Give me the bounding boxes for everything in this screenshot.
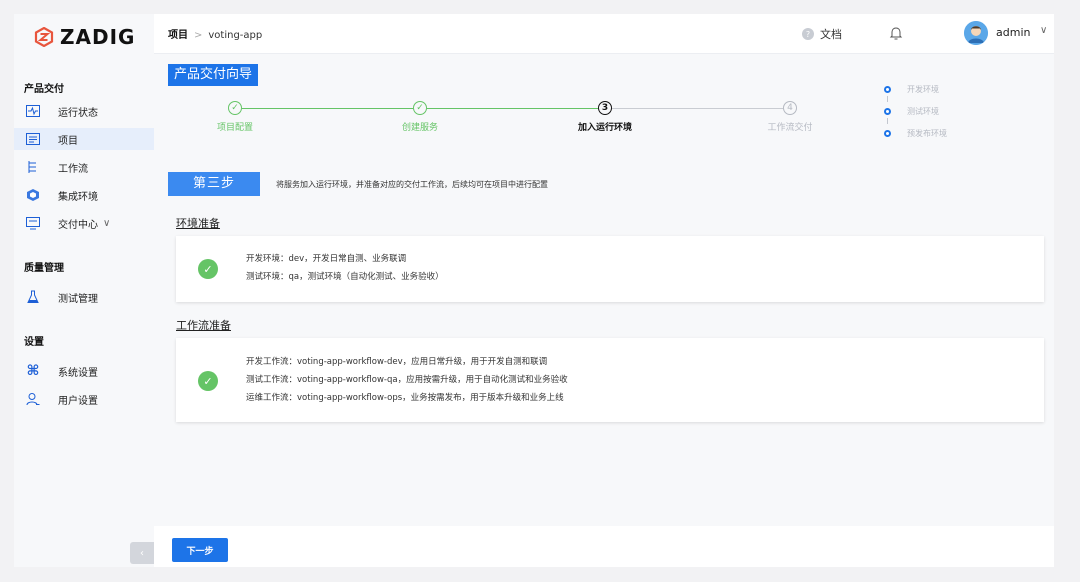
project-list-icon	[26, 132, 40, 146]
step-connector	[612, 108, 783, 109]
bell-icon[interactable]	[888, 25, 904, 41]
env-step-connector	[887, 96, 888, 102]
sidebar-item-label: 项目	[58, 135, 78, 147]
env-step-item: 预发布环境	[884, 128, 947, 139]
sidebar-item-label: 工作流	[58, 163, 88, 175]
delivery-monitor-icon	[26, 216, 40, 230]
nav-group-quality: 质量管理	[24, 263, 64, 274]
step-current-number: 3	[598, 101, 612, 115]
step-label: 工作流交付	[767, 123, 813, 133]
command-icon: ⌘	[26, 363, 40, 379]
env-line: 开发环境：dev，开发日常自测、业务联调	[246, 254, 407, 264]
step-connector	[242, 108, 413, 109]
sidebar-item-delivery-center[interactable]: 交付中心 ∨	[14, 212, 154, 234]
sidebar-item-user-settings[interactable]: 用户设置	[14, 388, 154, 410]
user-icon	[26, 392, 40, 406]
breadcrumb-root[interactable]: 项目	[168, 30, 188, 41]
workflow-line: 运维工作流：voting-app-workflow-ops，业务按需发布，用于版…	[246, 393, 564, 403]
workflow-line: 开发工作流：voting-app-workflow-dev，应用日常升级，用于开…	[246, 357, 548, 367]
env-step-item: 开发环境	[884, 84, 939, 95]
step-connector	[427, 108, 598, 109]
next-step-button[interactable]: 下一步	[172, 538, 228, 562]
sidebar-item-workflow[interactable]: 工作流	[14, 156, 154, 178]
sidebar-item-test[interactable]: 测试管理	[14, 286, 154, 308]
step-label: 创建服务	[401, 123, 439, 133]
step-label: 项目配置	[216, 123, 254, 133]
top-header: 项目 > voting-app ? 文档 admin ∨	[154, 14, 1054, 54]
step-description: 将服务加入运行环境，并准备对应的交付工作流，后续均可在项目中进行配置	[276, 180, 548, 189]
chevron-down-icon[interactable]: ∨	[1040, 25, 1047, 36]
sidebar-item-label: 系统设置	[58, 367, 98, 379]
logo[interactable]: ZADIG	[34, 24, 135, 50]
flask-icon	[26, 290, 40, 304]
step-label: 加入运行环境	[577, 123, 633, 133]
nav-group-settings: 设置	[24, 337, 44, 348]
env-step-item: 测试环境	[884, 106, 939, 117]
sidebar: ZADIG 产品交付 运行状态 项目 工作流 集成环境 交付中心 ∨ 质量管理 …	[14, 14, 154, 567]
success-check-icon: ✓	[198, 259, 218, 279]
wizard-stepper: ✓ 项目配置 ✓ 创建服务 3 加入运行环境 4 工作流交付	[168, 98, 848, 142]
docs-label: 文档	[820, 28, 842, 41]
chevron-down-icon: ∨	[103, 217, 111, 229]
sidebar-item-label: 测试管理	[58, 293, 98, 305]
breadcrumb: 项目 > voting-app	[168, 26, 262, 41]
help-circle-icon: ?	[802, 28, 814, 40]
cube-icon	[26, 188, 40, 202]
env-dot-icon	[884, 130, 891, 137]
wizard-title: 产品交付向导	[168, 64, 259, 86]
sidebar-collapse-button[interactable]: ‹	[130, 542, 154, 564]
sidebar-item-environment[interactable]: 集成环境	[14, 184, 154, 206]
sidebar-item-system-settings[interactable]: ⌘ 系统设置	[14, 360, 154, 382]
section-title-workflow: 工作流准备	[176, 319, 231, 332]
breadcrumb-separator: >	[194, 30, 203, 41]
sidebar-item-status[interactable]: 运行状态	[14, 100, 154, 122]
docs-link[interactable]: ? 文档	[802, 26, 842, 42]
env-step-label: 预发布环境	[907, 129, 947, 138]
sidebar-item-project[interactable]: 项目	[14, 128, 154, 150]
main-content: 产品交付向导 ✓ 项目配置 ✓ 创建服务 3 加入运行环境 4 工作流交付 开发…	[154, 54, 1054, 567]
pulse-monitor-icon	[26, 104, 40, 118]
env-step-label: 测试环境	[907, 107, 939, 116]
workflow-line: 测试工作流：voting-app-workflow-qa，应用按需升级，用于自动…	[246, 375, 568, 385]
footer-bar: 下一步	[154, 526, 1054, 567]
step-pending-number: 4	[783, 101, 797, 115]
user-name[interactable]: admin	[996, 26, 1030, 39]
env-card: ✓ 开发环境：dev，开发日常自测、业务联调 测试环境：qa，测试环境（自动化测…	[176, 236, 1044, 302]
step-done-check-icon: ✓	[413, 101, 427, 115]
app-window: ZADIG 产品交付 运行状态 项目 工作流 集成环境 交付中心 ∨ 质量管理 …	[14, 14, 1054, 567]
env-line: 测试环境：qa，测试环境（自动化测试、业务验收）	[246, 272, 444, 282]
zadig-logo-icon	[34, 27, 54, 47]
breadcrumb-current: voting-app	[208, 30, 263, 41]
step-done-check-icon: ✓	[228, 101, 242, 115]
env-step-label: 开发环境	[907, 85, 939, 94]
workflow-card: ✓ 开发工作流：voting-app-workflow-dev，应用日常升级，用…	[176, 338, 1044, 422]
env-dot-icon	[884, 86, 891, 93]
sidebar-item-label: 交付中心	[58, 219, 98, 231]
step-tag: 第三步	[168, 172, 260, 196]
env-dot-icon	[884, 108, 891, 115]
sidebar-item-label: 用户设置	[58, 395, 98, 407]
nav-group-delivery: 产品交付	[24, 84, 64, 95]
avatar[interactable]	[964, 21, 988, 45]
section-title-env: 环境准备	[176, 217, 220, 230]
env-step-connector	[887, 118, 888, 124]
sidebar-item-label: 集成环境	[58, 191, 98, 203]
workflow-tree-icon	[26, 160, 40, 174]
sidebar-item-label: 运行状态	[58, 107, 98, 119]
logo-text: ZADIG	[60, 25, 136, 49]
success-check-icon: ✓	[198, 371, 218, 391]
